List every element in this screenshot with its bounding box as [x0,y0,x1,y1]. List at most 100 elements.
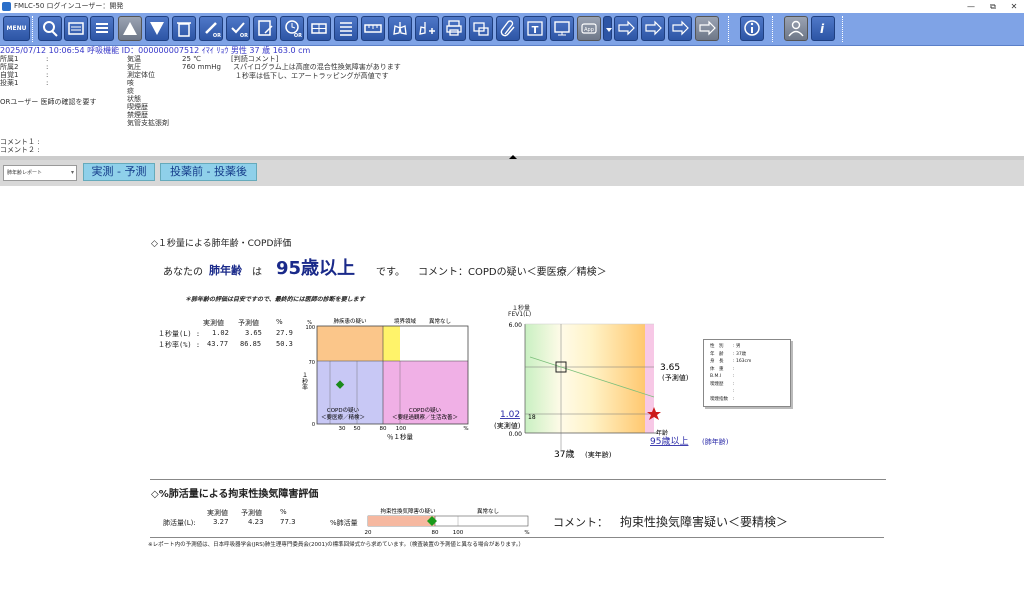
profile-key: 喫煙指数 [710,396,728,402]
x-tick-percent: % [463,426,468,432]
help-button[interactable]: i [811,16,835,41]
export-button-4[interactable] [695,16,719,41]
approve-or-button[interactable]: OR [226,16,250,41]
x-tick-80: 80 [380,426,387,432]
menu-button[interactable]: MENU [3,16,30,41]
table-header-percent: % [276,318,283,326]
profile-box: 性 別 年 齢 身 長 体 重 B.M.I 喫煙歴 喫煙指数 : 男 : 37歳… [703,339,791,407]
export-button-3[interactable] [668,16,692,41]
collapse-arrow-icon[interactable] [509,155,517,159]
print-preview-button[interactable] [469,16,493,41]
toolbar: MENU OR OR OR T App i [0,13,1024,46]
vc-tick-80: 80 [432,530,439,536]
close-button[interactable]: ✕ [1003,0,1024,13]
lung-age-marker-suffix: (肺年齢) [702,437,729,446]
tab-pre-post-medication[interactable]: 投薬前 - 投薬後 [160,163,257,181]
title-bar: FMLC-50 ログインユーザー：開発 — ⧉ ✕ [0,0,1024,13]
restore-button[interactable]: ⧉ [982,0,1004,13]
toolbar-separator [842,16,845,42]
search-button[interactable] [38,16,62,41]
predicted-label: (予測値) [662,373,689,382]
paperclip-icon [500,20,515,37]
table-cell: 86.85 [240,340,262,348]
vc-bar-chart: 拘束性換気障害の疑い 異常なし 20 80 100 % [365,507,530,536]
vc-bar-label: %肺活量 [330,519,358,527]
table-header-predicted: 予測値 [238,319,259,327]
mid-info-labels: 気温 気圧 測定体位 咳 痰 状態 喫煙歴 禁煙歴 気管支拡張剤 [127,55,169,127]
report-edit-button[interactable] [253,16,277,41]
edit-or-button[interactable]: OR [199,16,223,41]
comment2-label: コメント２ : [0,146,40,154]
profile-key [710,388,728,396]
info-button[interactable] [740,16,764,41]
pressure-label: 気圧 [127,63,141,71]
app-dropdown-button[interactable] [603,16,612,41]
report-type-select[interactable]: 肺年齢レポート ▾ [3,165,77,181]
info-icon [744,20,760,36]
svg-text:i: i [820,22,825,36]
ruler-button[interactable] [361,16,385,41]
profile-key: 身 長 [710,359,724,364]
export-button-2[interactable] [641,16,665,41]
patient-list-button[interactable] [64,16,88,41]
profile-values: : 男 : 37歳 : 163cm : : : : : [733,344,752,402]
copd-quadrant-chart: % 100 70 0 １秒率 肺疾患の疑い 境界領域 異常なし COPDの疑い … [301,317,469,441]
lung-button[interactable] [388,16,412,41]
condition-label: 状態 [127,95,141,103]
lung-age-marker-text: 95歳以上 [650,435,688,447]
toolbar-separator [772,16,775,42]
compare-button[interactable] [307,16,331,41]
or-user-text: ORユーザー 医師の確認を要す [0,98,97,106]
lung-icon [393,22,407,35]
attach-button[interactable] [496,16,520,41]
measured-value: 1.02 [500,410,520,420]
section-divider [150,479,886,480]
text-button[interactable]: T [523,16,547,41]
q-low-left-line2: ＜要医療／精検＞ [321,413,365,421]
x-tick-50: 50 [354,426,361,432]
y-tick-70: 70 [309,360,315,366]
list-icon [96,23,108,33]
vc-comment: 拘束性換気障害疑い＜要精検＞ [620,515,789,529]
vc-comment-prefix: コメント： [553,516,608,529]
colon: : [46,63,49,71]
lung-add-button[interactable] [415,16,439,41]
history-or-button[interactable]: OR [280,16,304,41]
posture-label: 測定体位 [127,71,155,79]
export-button-1[interactable] [614,16,638,41]
y-top-tick: 6.00 [509,322,523,329]
minimize-button[interactable]: — [960,0,982,13]
tab-measured-predicted[interactable]: 実測 - 予測 [83,163,155,181]
lung-age-comment: コメント：COPDの疑い＜要医療／精検＞ [418,267,607,278]
vc-top-label-normal: 異常なし [477,507,499,515]
table-button[interactable] [334,16,358,41]
temperature-label: 気温 [127,55,141,63]
app-icon: App [581,23,597,34]
app-button[interactable]: App [577,16,601,41]
monitor-button[interactable] [550,16,574,41]
y-bottom-tick: 0.00 [509,431,523,438]
vc-cell: 4.23 [248,518,264,526]
print-button[interactable] [442,16,466,41]
vc-header-percent: % [280,508,287,516]
user-button[interactable] [784,16,808,41]
vc-top-label-restrictive: 拘束性換気障害の疑い [380,507,436,515]
previous-button[interactable] [118,16,142,41]
age-axis-label: 年齢 [656,429,668,437]
delete-button[interactable] [172,16,196,41]
profile-value: 男 [735,344,741,349]
bronchodilator-label: 気管支拡張剤 [127,119,169,127]
top-label-normal: 異常なし [429,317,451,325]
next-button[interactable] [145,16,169,41]
table-row-label: １秒量(L) : [158,330,201,338]
vc-cell: 3.27 [213,518,229,526]
q-low-left-line1: COPDの疑い [327,406,360,414]
svg-text:T: T [532,25,539,36]
judge-comment-title: [判読コメント] [231,55,279,63]
x-tick-100: 100 [396,426,407,432]
affiliation2-label: 所属2 [0,63,19,71]
printer-icon [446,20,462,36]
vc-cell: 77.3 [280,518,296,526]
predicted-value: 3.65 [660,363,680,373]
list-button[interactable] [90,16,114,41]
